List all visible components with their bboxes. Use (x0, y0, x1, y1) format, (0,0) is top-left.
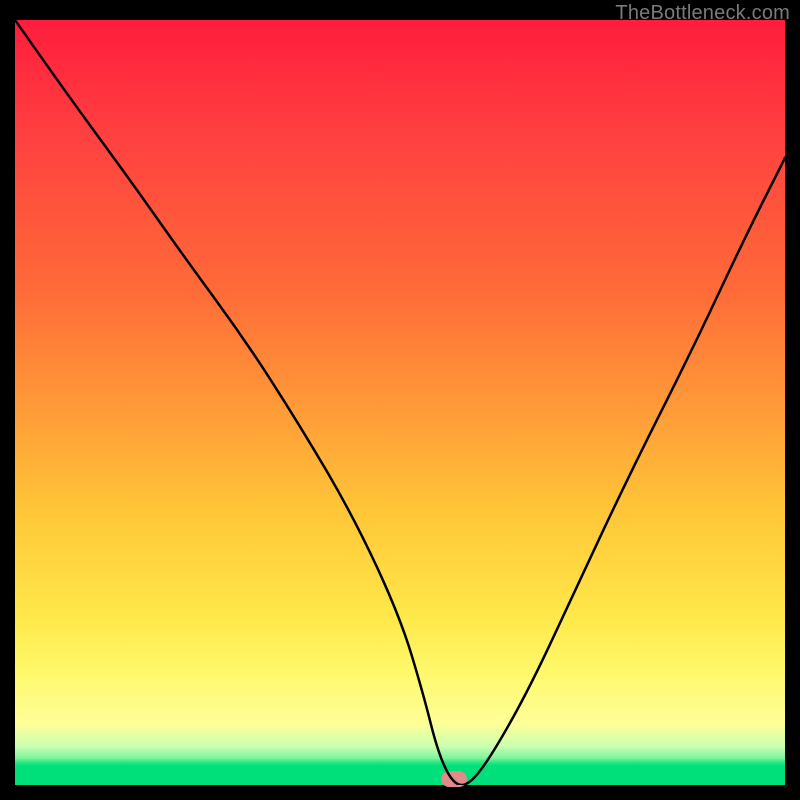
frame-border-bottom (0, 785, 800, 800)
watermark-text: TheBottleneck.com (615, 2, 790, 25)
frame-border-right (785, 0, 800, 800)
bottleneck-curve (15, 20, 785, 785)
frame-border-left (0, 0, 15, 800)
